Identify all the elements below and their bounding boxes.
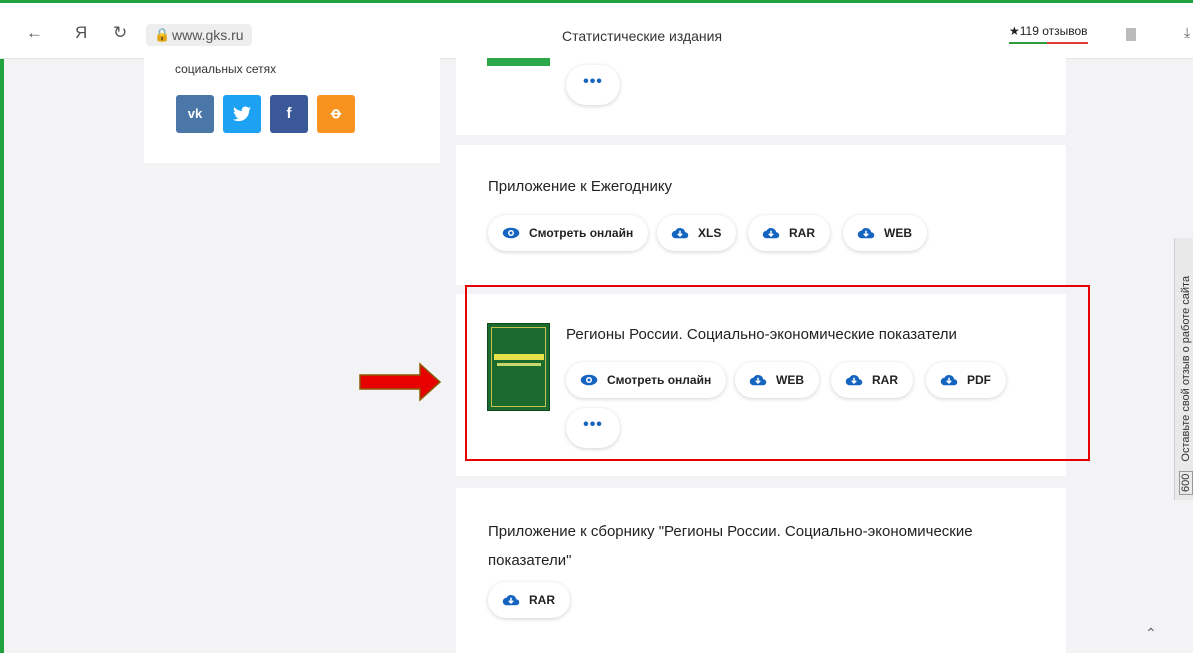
reviews-text: ★119 отзывов	[1009, 24, 1088, 38]
social-label: социальных сетях	[175, 62, 277, 76]
scroll-to-top-icon[interactable]: ⌃	[1145, 625, 1157, 642]
download-rar-button[interactable]: RAR	[488, 582, 570, 618]
download-icon[interactable]: ⤓	[1184, 24, 1190, 41]
facebook-button[interactable]: f	[270, 95, 308, 133]
red-arrow-icon	[359, 362, 442, 402]
feedback-text: 600 Оставьте свой отзыв о работе сайта	[1179, 233, 1193, 495]
regions-appendix-title-line2: показатели"	[488, 552, 572, 569]
page-title: Статистические издания	[562, 28, 723, 44]
reload-icon[interactable]: ↻	[113, 24, 127, 41]
download-rar-button[interactable]: RAR	[748, 215, 830, 251]
vk-icon: vk	[187, 106, 203, 121]
reviews-badge[interactable]: ★119 отзывов	[1009, 24, 1088, 44]
url-text: www.gks.ru	[172, 27, 244, 43]
browser-toolbar: ← Я ↻ 🔒 www.gks.ru Статистические издани…	[0, 0, 1193, 59]
eye-icon	[502, 227, 520, 239]
more-button-top[interactable]: •••	[566, 65, 620, 105]
lock-icon: 🔒	[154, 27, 171, 42]
feedback-label: Оставьте свой отзыв о работе сайта	[1180, 275, 1192, 462]
rar-label: RAR	[529, 593, 555, 607]
odnoklassniki-icon: ꝋ	[330, 105, 342, 122]
reviews-rating-bar	[1009, 42, 1047, 44]
twitter-button[interactable]	[223, 95, 261, 133]
vk-button[interactable]: vk	[176, 95, 214, 133]
xls-label: XLS	[698, 226, 722, 240]
feedback-tab[interactable]: 600 Оставьте свой отзыв о работе сайта	[1174, 238, 1193, 500]
browser-accent-line	[0, 0, 1193, 3]
back-icon[interactable]: ←	[26, 24, 43, 41]
cover-thumbnail-top	[487, 58, 550, 66]
view-online-button[interactable]: Смотреть онлайн	[488, 215, 649, 251]
twitter-icon	[233, 106, 251, 122]
cloud-download-icon	[762, 228, 780, 239]
regions-appendix-title-line1: Приложение к сборнику "Регионы России. С…	[488, 523, 973, 540]
yandex-icon[interactable]: Я	[75, 24, 87, 41]
browser-frame-left	[0, 0, 4, 653]
highlight-box	[465, 285, 1090, 461]
cloud-download-icon	[671, 228, 689, 239]
yearbook-appendix-title: Приложение к Ежегоднику	[488, 178, 673, 195]
download-xls-button[interactable]: XLS	[657, 215, 737, 251]
cloud-download-icon	[857, 228, 875, 239]
address-bar[interactable]: 🔒 www.gks.ru	[146, 24, 252, 46]
view-online-label: Смотреть онлайн	[529, 226, 634, 240]
web-label: WEB	[884, 226, 912, 240]
download-web-button[interactable]: WEB	[843, 215, 927, 251]
facebook-icon: f	[286, 105, 292, 122]
feedback-badge: 600	[1179, 470, 1193, 495]
rar-label: RAR	[789, 226, 815, 240]
bookmark-icon[interactable]	[1126, 28, 1136, 41]
odnoklassniki-button[interactable]: ꝋ	[317, 95, 355, 133]
cloud-download-icon	[502, 595, 520, 606]
publication-card-top	[456, 58, 1066, 135]
